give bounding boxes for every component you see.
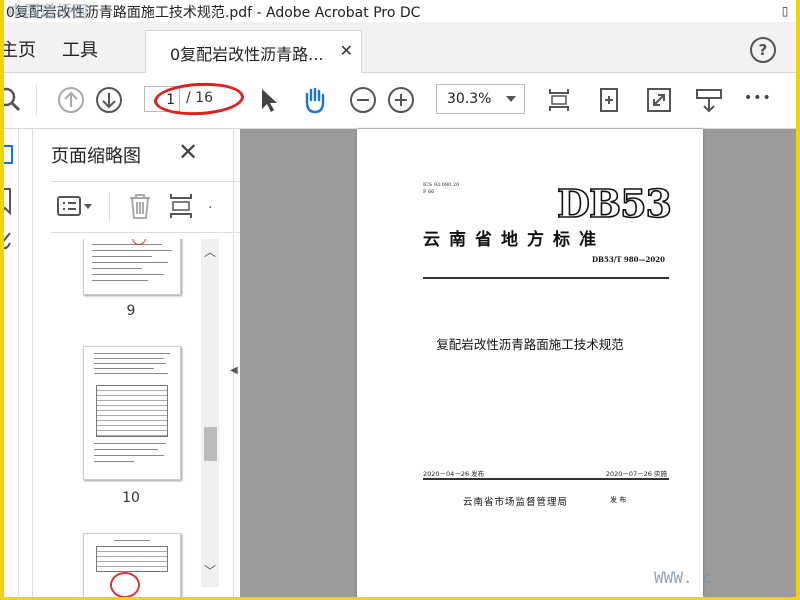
zoom-in-icon[interactable]	[386, 85, 416, 115]
scroll-down-icon[interactable]: ﹀	[201, 562, 219, 579]
read-mode-icon[interactable]	[694, 85, 724, 115]
thumbnail-page-10[interactable]	[83, 346, 181, 480]
thumbnail-page-11[interactable]	[83, 533, 181, 597]
pdf-page: ICS 93.080.20 P 66 DB53 云南省地方标准 DB53/T 9…	[357, 129, 703, 597]
close-tab-icon[interactable]: ✕	[340, 41, 353, 60]
help-icon[interactable]: ?	[750, 37, 776, 63]
ics-line: P 66	[423, 189, 435, 195]
full-screen-icon[interactable]	[644, 85, 674, 115]
tab-document[interactable]: 0复配岩改性沥青路... ✕	[145, 30, 362, 73]
window-control-icon[interactable]: ▯	[774, 0, 796, 22]
tab-document-label: 0复配岩改性沥青路...	[170, 45, 324, 64]
more-tools-icon[interactable]: •••	[744, 90, 774, 120]
scroll-up-icon[interactable]: ︿	[201, 243, 219, 260]
menu-tools[interactable]: 工具	[62, 36, 98, 62]
panel-separator	[109, 192, 110, 222]
document-title: 复配岩改性沥青路面施工技术规范	[436, 337, 624, 352]
rotate-page-icon[interactable]	[594, 85, 624, 115]
thumbnail-table	[96, 546, 168, 572]
standard-number: DB53/T 980—2020	[591, 255, 665, 264]
watermark-top: 中国道桥网	[8, 2, 89, 21]
more-options-icon[interactable]: .	[208, 196, 212, 212]
standard-name: 云南省地方标准	[423, 230, 605, 250]
next-page-icon[interactable]	[94, 85, 124, 115]
page-thumbnails-icon[interactable]	[4, 143, 16, 167]
thumbnail-label: 10	[122, 490, 140, 506]
menu-home[interactable]: 主页	[4, 36, 36, 62]
issuer: 云南省市场监督管理局	[463, 497, 569, 508]
fit-page-icon[interactable]	[544, 85, 574, 115]
fit-width-icon[interactable]	[167, 192, 195, 220]
standard-code: DB53	[556, 180, 673, 227]
bookmark-icon[interactable]	[4, 187, 16, 215]
thumbnail-page-9[interactable]	[83, 239, 181, 295]
toolbar: 1 / 16 30.3% •••	[4, 73, 796, 129]
attachment-icon[interactable]	[4, 229, 16, 253]
watermark-bottom: WWW. c	[654, 568, 712, 587]
zoom-select[interactable]: 30.3%	[436, 84, 525, 114]
thumbnail-list: 9 10	[33, 239, 223, 597]
release-date: 2020－04－26 发布	[423, 470, 485, 478]
title-bar: 0复配岩改性沥青路面施工技术规范.pdf - Adobe Acrobat Pro…	[4, 0, 796, 22]
zoom-value: 30.3%	[447, 91, 492, 107]
tab-bar: 主页 工具 0复配岩改性沥青路... ✕ ?	[4, 22, 796, 73]
toolbar-separator	[36, 85, 37, 115]
ics-line: ICS 93.080.20	[423, 182, 460, 188]
implement-date: 2020－07－26 实施	[605, 470, 667, 478]
hand-tool-icon[interactable]	[300, 85, 330, 115]
previous-page-icon[interactable]	[56, 85, 86, 115]
thumbnail-table	[96, 385, 168, 437]
thumbnail-label: 9	[126, 303, 136, 319]
ics-code: ICS 93.080.20 P 66	[423, 182, 459, 196]
delete-icon[interactable]	[127, 192, 153, 220]
header-rule	[423, 277, 669, 279]
panel-title: 页面缩略图	[51, 146, 141, 167]
select-cursor-icon[interactable]	[254, 85, 284, 115]
panel-tools: .	[51, 181, 241, 233]
scrollbar-thumb[interactable]	[204, 427, 217, 461]
close-panel-icon[interactable]: ✕	[178, 138, 198, 166]
thumbnail-scrollbar[interactable]: ︿ ﹀	[201, 239, 219, 587]
search-icon[interactable]	[4, 85, 24, 115]
document-view[interactable]: ICS 93.080.20 P 66 DB53 云南省地方标准 DB53/T 9…	[240, 129, 796, 597]
zoom-out-icon[interactable]	[348, 85, 378, 115]
thumbnails-panel: 页面缩略图 ✕ . 9 10 ︿ ﹀	[32, 129, 241, 597]
stamp-icon	[110, 572, 140, 597]
acrobat-window: 0复配岩改性沥青路面施工技术规范.pdf - Adobe Acrobat Pro…	[4, 0, 796, 597]
left-icon-rail	[4, 129, 19, 597]
collapse-panel-icon[interactable]: ◀	[230, 365, 238, 376]
footer-rule	[423, 478, 669, 480]
thumbnail-options-icon[interactable]	[57, 196, 93, 218]
issued-label: 发 布	[610, 496, 627, 504]
chevron-down-icon	[506, 96, 516, 102]
